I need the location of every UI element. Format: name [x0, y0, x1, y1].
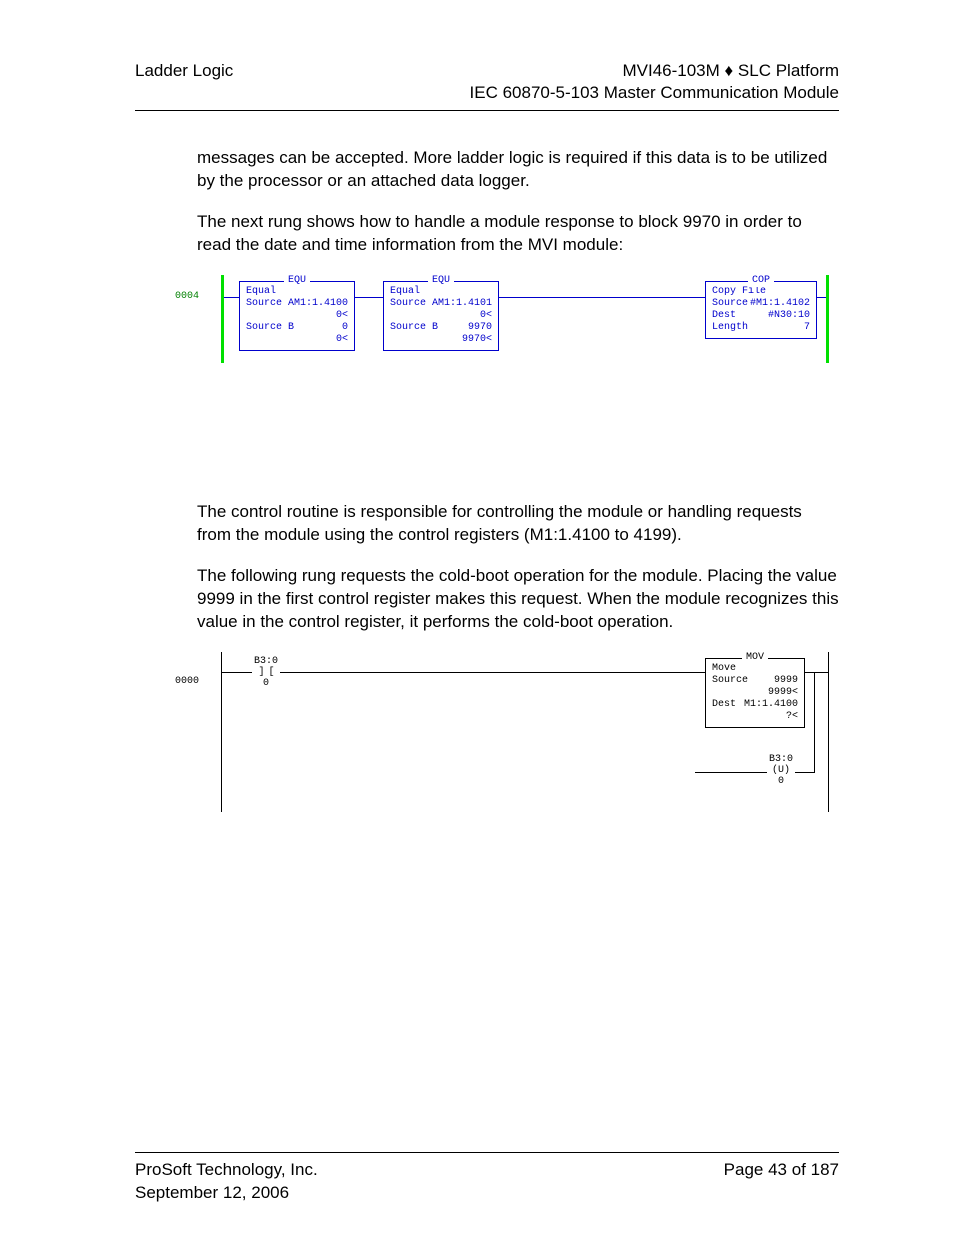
mov-dst-val: M1:1.4100: [744, 699, 798, 711]
footer-divider: [135, 1152, 839, 1153]
equ1-srcb-v2: 0<: [336, 334, 348, 346]
ladder-rung-0000: 0000 B3:0 ] [ 0 MOV Move Source9999 9999…: [197, 652, 839, 812]
equ2-srcb-val: 9970: [468, 322, 492, 334]
footer-page: Page 43 of 187: [724, 1159, 839, 1205]
unlatch-address: B3:0: [769, 754, 793, 765]
equ1-srcb-label: Source B: [246, 322, 294, 334]
paragraph-3: The control routine is responsible for c…: [197, 501, 839, 547]
mov-name: Move: [712, 663, 736, 675]
footer-date: September 12, 2006: [135, 1182, 318, 1205]
mov-dst-label: Dest: [712, 699, 736, 711]
equ1-name: Equal: [246, 286, 276, 298]
branch-horizontal: [695, 772, 815, 773]
branch-vertical: [814, 672, 815, 772]
cop-instruction: COP Copy File Source#M1:1.4102 Dest#N30:…: [705, 281, 817, 339]
header-divider: [135, 110, 839, 111]
rung-number-2: 0000: [175, 676, 199, 687]
equ2-srcb-label: Source B: [390, 322, 438, 334]
otu-unlatch: B3:0 (U) 0: [767, 754, 795, 787]
mov-src-v2: 9999<: [768, 687, 798, 699]
contact-bit: 0: [254, 678, 278, 689]
equ2-srca-val: M1:1.4101: [438, 298, 492, 310]
rung-number: 0004: [175, 291, 199, 302]
page-header: Ladder Logic MVI46-103M ♦ SLC Platform I…: [135, 60, 839, 104]
equ2-srca-v2: 0<: [480, 310, 492, 322]
mov-src-label: Source: [712, 675, 748, 687]
equ2-srca-label: Source A: [390, 298, 438, 310]
mov-mnemonic: MOV: [742, 652, 768, 664]
footer-left: ProSoft Technology, Inc. September 12, 2…: [135, 1159, 318, 1205]
left-power-rail-2: [221, 652, 222, 812]
contact-symbol: ] [: [254, 667, 278, 678]
mov-src-val: 9999: [774, 675, 798, 687]
equ1-srca-label: Source A: [246, 298, 294, 310]
cop-src-label: Source: [712, 298, 748, 310]
cop-dst-val: #N30:10: [768, 310, 810, 322]
right-power-rail-2: [828, 652, 829, 812]
xic-contact: B3:0 ] [ 0: [252, 656, 280, 689]
cop-src-val: #M1:1.4102: [750, 298, 810, 310]
output-stub: [805, 672, 828, 673]
cop-len-val: 7: [804, 322, 810, 334]
page-footer: ProSoft Technology, Inc. September 12, 2…: [135, 1152, 839, 1205]
mov-instruction: MOV Move Source9999 9999< DestM1:1.4100 …: [705, 658, 805, 728]
paragraph-2: The next rung shows how to handle a modu…: [197, 211, 839, 257]
paragraph-4: The following rung requests the cold-boo…: [197, 565, 839, 634]
header-subtitle: IEC 60870-5-103 Master Communication Mod…: [470, 82, 839, 104]
equ1-srca-v2: 0<: [336, 310, 348, 322]
cop-dst-label: Dest: [712, 310, 736, 322]
cop-name: Copy File: [712, 286, 766, 298]
equ1-srca-val: M1:1.4100: [294, 298, 348, 310]
equ-instruction-2: EQU Equal Source AM1:1.4101 0< Source B9…: [383, 281, 499, 351]
equ2-srcb-v2: 9970<: [462, 334, 492, 346]
cop-mnemonic: COP: [748, 275, 774, 287]
unlatch-bit: 0: [769, 776, 793, 787]
equ1-srcb-val: 0: [342, 322, 348, 334]
header-product: MVI46-103M ♦ SLC Platform: [470, 60, 839, 82]
header-left: Ladder Logic: [135, 60, 233, 82]
right-power-rail: [826, 275, 829, 363]
equ-instruction-1: EQU Equal Source AM1:1.4100 0< Source B0…: [239, 281, 355, 351]
equ2-name: Equal: [390, 286, 420, 298]
equ1-mnemonic: EQU: [284, 275, 310, 287]
contact-address: B3:0: [254, 656, 278, 667]
cop-len-label: Length: [712, 322, 748, 334]
ladder-rung-0004: 0004 EQU Equal Source AM1:1.4100 0< Sour…: [197, 275, 839, 363]
mov-dst-v2: ?<: [786, 711, 798, 723]
unlatch-symbol: (U): [769, 765, 793, 776]
paragraph-1: messages can be accepted. More ladder lo…: [197, 147, 839, 193]
equ2-mnemonic: EQU: [428, 275, 454, 287]
left-power-rail: [221, 275, 224, 363]
footer-company: ProSoft Technology, Inc.: [135, 1159, 318, 1182]
header-right: MVI46-103M ♦ SLC Platform IEC 60870-5-10…: [470, 60, 839, 104]
